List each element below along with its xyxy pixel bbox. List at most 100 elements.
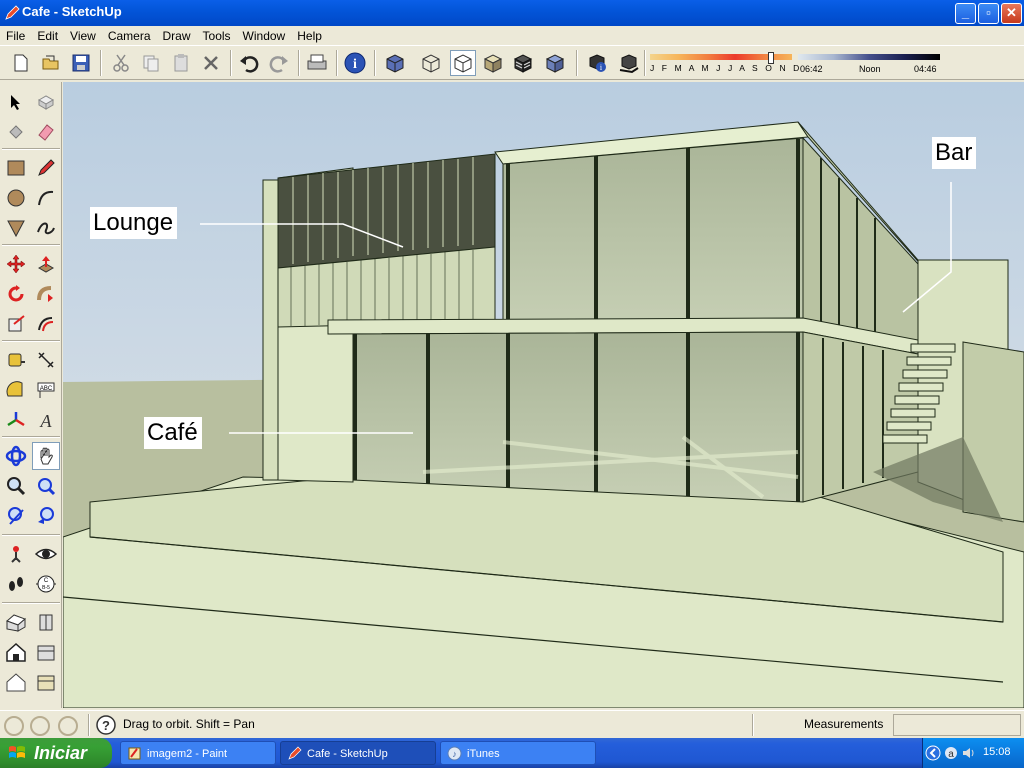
maximize-button[interactable]: ▫ [978,3,999,24]
redo-button[interactable] [266,50,292,76]
info-icon: i [344,52,366,74]
look-around-button[interactable] [32,540,60,568]
position-camera-button[interactable] [2,540,30,568]
save-button[interactable] [68,50,94,76]
menu-window[interactable]: Window [237,29,292,43]
open-button[interactable] [38,50,64,76]
task-sketchup[interactable]: Cafe - SketchUp [280,741,436,765]
axes-tool-button[interactable] [2,406,30,434]
line-tool-button[interactable] [32,154,60,182]
copy-button[interactable] [138,50,164,76]
tape-measure-tool-button[interactable] [2,346,30,374]
paste-button[interactable] [168,50,194,76]
zoom-extents-icon [8,507,24,525]
previous-view-button[interactable] [32,502,60,530]
rotate-tool-button[interactable] [2,280,30,308]
iso-view-button[interactable] [2,608,30,636]
display-shadows-button[interactable] [616,50,642,76]
hidden-line-button[interactable] [450,50,476,76]
tray-collapse-icon[interactable] [925,745,941,761]
make-component-button[interactable] [32,88,60,116]
menu-edit[interactable]: Edit [31,29,64,43]
3d-text-icon: A [40,411,53,430]
toolbar-separator [336,50,338,76]
shadow-settings-button[interactable]: i [584,50,610,76]
circle-tool-button[interactable] [2,184,30,212]
minimize-button[interactable]: _ [955,3,976,24]
zoom-window-tool-button[interactable] [32,472,60,500]
menu-view[interactable]: View [64,29,102,43]
scale-tool-button[interactable] [2,310,30,338]
polygon-tool-button[interactable] [2,214,30,242]
offset-tool-button[interactable] [32,310,60,338]
time-noon-label: Noon [859,64,881,74]
month-labels: J F M A M J J A S O N D [650,63,802,73]
status-separator [752,714,754,736]
protractor-tool-button[interactable] [2,376,30,404]
top-view-button[interactable] [32,668,60,696]
rectangle-tool-button[interactable] [2,154,30,182]
task-paint[interactable]: imagem2 - Paint [120,741,276,765]
print-button[interactable] [304,50,330,76]
close-button[interactable]: ✕ [1001,3,1022,24]
section-plane-button[interactable]: C B-5 [32,570,60,598]
task-itunes[interactable]: ♪ iTunes [440,741,596,765]
menu-help[interactable]: Help [291,29,328,43]
zoom-extents-button[interactable] [2,502,30,530]
menu-file[interactable]: File [0,29,31,43]
start-button[interactable]: Iniciar [0,738,112,768]
erase-button[interactable] [198,50,224,76]
paint-bucket-icon [9,125,23,139]
new-file-button[interactable] [8,50,34,76]
xray-button[interactable] [382,50,408,76]
measurements-input[interactable] [893,714,1021,736]
menu-tools[interactable]: Tools [197,29,237,43]
text-tool-button[interactable]: ABC [32,376,60,404]
pan-tool-button[interactable] [32,442,60,470]
left-house-icon [6,673,26,692]
move-tool-button[interactable] [2,250,30,278]
hidden-line-cube-icon [454,54,472,73]
help-question-icon[interactable]: ? [96,715,116,735]
tray-network-icon[interactable]: a [943,745,959,761]
walk-button[interactable] [2,570,30,598]
credits-icon[interactable] [30,716,50,736]
3d-text-tool-button[interactable]: A [32,406,60,434]
dimension-icon [38,352,54,368]
push-pull-tool-button[interactable] [32,250,60,278]
zoom-window-icon [38,478,56,496]
menu-draw[interactable]: Draw [157,29,197,43]
geo-location-icon[interactable] [4,716,24,736]
tape-measure-icon [8,353,25,367]
right-view-button[interactable] [32,608,60,636]
back-view-icon [37,645,55,661]
orbit-tool-button[interactable] [2,442,30,470]
back-view-button[interactable] [32,638,60,666]
shaded-textures-button[interactable] [510,50,536,76]
menu-camera[interactable]: Camera [102,29,157,43]
protractor-icon [6,381,23,397]
rectangle-icon [7,160,25,176]
cut-button[interactable] [108,50,134,76]
user-icon[interactable] [58,716,78,736]
follow-me-tool-button[interactable] [32,280,60,308]
model-info-button[interactable]: i [342,50,368,76]
3d-viewport[interactable]: Lounge Café Bar [63,82,1024,708]
dimension-tool-button[interactable] [32,346,60,374]
undo-button[interactable] [236,50,262,76]
label-cafe: Café [144,417,202,449]
front-view-button[interactable] [2,638,30,666]
tray-volume-icon[interactable] [961,745,977,761]
time-slider-track[interactable] [798,54,940,60]
eraser-button[interactable] [32,118,60,146]
freehand-tool-button[interactable] [32,214,60,242]
shaded-button[interactable] [480,50,506,76]
previous-view-icon [38,507,54,524]
paint-bucket-button[interactable] [2,118,30,146]
zoom-tool-button[interactable] [2,472,30,500]
arc-tool-button[interactable] [32,184,60,212]
select-tool-button[interactable] [2,88,30,116]
monochrome-button[interactable] [542,50,568,76]
left-view-button[interactable] [2,668,30,696]
wireframe-button[interactable] [418,50,444,76]
